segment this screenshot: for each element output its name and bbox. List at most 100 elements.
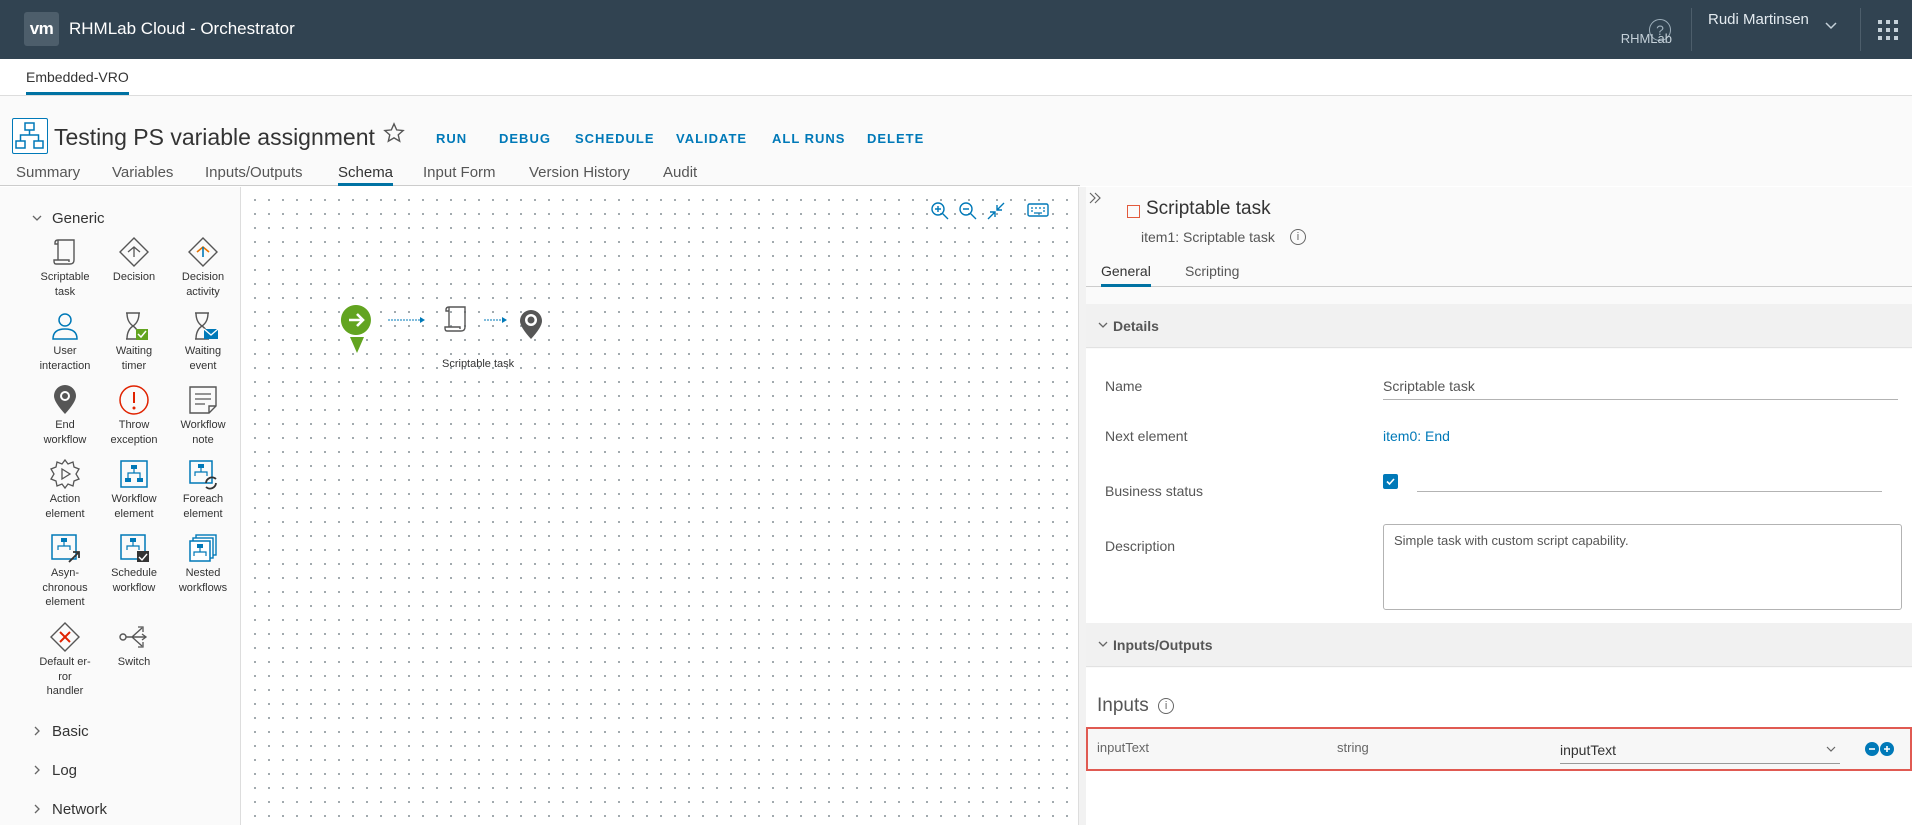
end-pin-icon: [54, 385, 76, 414]
palette-action-element[interactable]: Action element: [31, 458, 99, 521]
palette-label: note: [192, 433, 214, 446]
tab-version-history[interactable]: Version History: [529, 164, 630, 186]
zoom-in-icon[interactable]: [930, 201, 950, 226]
chevron-down-icon[interactable]: [1825, 20, 1837, 35]
palette-default-error-handler[interactable]: Default er-ror handler: [31, 621, 99, 699]
input-binding-select[interactable]: inputText: [1560, 742, 1840, 764]
top-header: vm RHMLab Cloud - Orchestrator ? Rudi Ma…: [0, 0, 1912, 59]
palette-label: interaction: [39, 359, 91, 372]
tab-audit[interactable]: Audit: [663, 164, 697, 186]
palette-waiting-timer[interactable]: Waiting timer: [100, 310, 168, 373]
next-element-link[interactable]: item0: End: [1383, 428, 1450, 444]
zoom-out-icon[interactable]: [958, 201, 978, 226]
palette-group-log[interactable]: Log: [32, 762, 77, 779]
palette-group-network[interactable]: Network: [32, 801, 107, 818]
validate-button[interactable]: VALIDATE: [676, 131, 747, 146]
chevron-down-icon: [32, 212, 44, 226]
scriptable-task-node-icon: [444, 306, 466, 332]
palette-scriptable-task[interactable]: Scriptable task: [31, 236, 99, 299]
chevron-down-icon: [1098, 639, 1108, 652]
inputs-outputs-section-header[interactable]: Inputs/Outputs: [1086, 623, 1912, 667]
palette-label: Workflow: [111, 493, 157, 505]
palette-waiting-event[interactable]: Waiting event: [169, 310, 237, 373]
header-divider: [1691, 8, 1692, 51]
tab-summary[interactable]: Summary: [16, 164, 80, 186]
name-field[interactable]: Scriptable task: [1383, 378, 1475, 394]
business-status-checkbox[interactable]: [1383, 474, 1398, 489]
all-runs-button[interactable]: ALL RUNS: [772, 131, 845, 146]
palette-decision-activity[interactable]: Decision activity: [169, 236, 237, 299]
info-icon[interactable]: i: [1290, 229, 1306, 245]
palette-user-interaction[interactable]: User interaction: [31, 310, 99, 373]
schedule-button[interactable]: SCHEDULE: [575, 131, 655, 146]
inputs-title: Inputs i: [1097, 695, 1175, 717]
tab-variables[interactable]: Variables: [112, 164, 173, 186]
palette-end-workflow[interactable]: End workflow: [31, 384, 99, 447]
switch-icon: [119, 626, 148, 648]
vmware-logo[interactable]: vm: [24, 12, 59, 46]
palette-workflow-element[interactable]: Workflow element: [100, 458, 168, 521]
palette-decision[interactable]: Decision: [100, 236, 168, 285]
scriptable-task-node-label[interactable]: Scriptable task: [442, 358, 514, 370]
palette-nested-workflows[interactable]: Nested workflows: [169, 532, 237, 595]
tab-embedded-vro[interactable]: Embedded-VRO: [26, 69, 129, 95]
debug-button[interactable]: DEBUG: [499, 131, 551, 146]
decision-diamond-icon: [119, 237, 149, 267]
input-binding-row[interactable]: inputText string inputText: [1086, 727, 1912, 771]
palette-label: chronous: [42, 581, 88, 594]
run-button[interactable]: RUN: [436, 131, 467, 146]
user-name[interactable]: Rudi Martinsen: [1708, 11, 1809, 28]
error-handler-icon: [50, 622, 80, 652]
panel-splitter[interactable]: [1078, 187, 1086, 825]
palette-throw-exception[interactable]: Throw exception: [100, 384, 168, 447]
next-element-label: Next element: [1105, 428, 1188, 444]
delete-button[interactable]: DELETE: [867, 131, 924, 146]
palette-label: Action: [49, 493, 81, 505]
palette-foreach-element[interactable]: Foreach element: [169, 458, 237, 521]
hourglass-timer-icon: [126, 312, 148, 340]
palette-schedule-workflow[interactable]: Schedule workflow: [100, 532, 168, 595]
input-binding-value: inputText: [1560, 742, 1617, 758]
header-divider: [1860, 8, 1861, 51]
app-title[interactable]: RHMLab Cloud - Orchestrator: [69, 19, 295, 39]
async-workflow-icon: [51, 534, 80, 563]
tab-inputs-outputs[interactable]: Inputs/Outputs: [205, 164, 303, 186]
user-org[interactable]: RHMLab: [1621, 31, 1672, 46]
sub-navigation: Embedded-VRO: [0, 59, 1912, 96]
business-status-field[interactable]: [1417, 491, 1882, 492]
palette-workflow-note[interactable]: Workflow note: [169, 384, 237, 447]
palette-label: Throw: [118, 419, 150, 431]
nested-workflows-icon: [189, 534, 217, 562]
palette-label: Default er-: [39, 656, 91, 668]
workflow-icon: [12, 118, 48, 154]
palette-asynchronous-element[interactable]: Asyn-chronous element: [31, 532, 99, 610]
palette-label: Asyn-: [50, 567, 80, 579]
properties-panel: Scriptable task item1: Scriptable task i…: [1086, 187, 1912, 825]
element-type-icon: [1127, 205, 1140, 218]
tab-schema[interactable]: Schema: [338, 164, 394, 186]
tab-general[interactable]: General: [1101, 263, 1151, 287]
info-icon[interactable]: i: [1158, 698, 1175, 714]
gear-play-icon: [50, 458, 80, 490]
tab-scripting[interactable]: Scripting: [1185, 263, 1239, 287]
keyboard-icon[interactable]: [1027, 201, 1049, 224]
palette-label: event: [189, 359, 217, 372]
schema-canvas[interactable]: Scriptable task: [242, 187, 1078, 825]
description-textarea[interactable]: Simple task with custom script capabilit…: [1383, 524, 1902, 610]
collapse-panel-icon[interactable]: [1088, 191, 1102, 210]
tab-input-form[interactable]: Input Form: [423, 164, 496, 186]
palette-group-generic[interactable]: Generic: [32, 210, 105, 227]
details-section-header[interactable]: Details: [1086, 304, 1912, 348]
apps-grid-icon[interactable]: [1878, 20, 1898, 40]
remove-binding-icon[interactable]: [1865, 742, 1879, 756]
palette-label: element: [183, 507, 223, 520]
add-binding-icon[interactable]: [1880, 742, 1894, 756]
palette-group-label: Log: [52, 762, 78, 779]
palette-label: Waiting: [184, 345, 222, 357]
star-icon[interactable]: [383, 122, 405, 150]
fit-to-screen-icon[interactable]: [986, 201, 1006, 226]
input-name: inputText: [1097, 740, 1150, 755]
palette-group-basic[interactable]: Basic: [32, 723, 89, 740]
palette-label: Workflow: [180, 419, 226, 431]
palette-switch[interactable]: Switch: [100, 621, 168, 670]
